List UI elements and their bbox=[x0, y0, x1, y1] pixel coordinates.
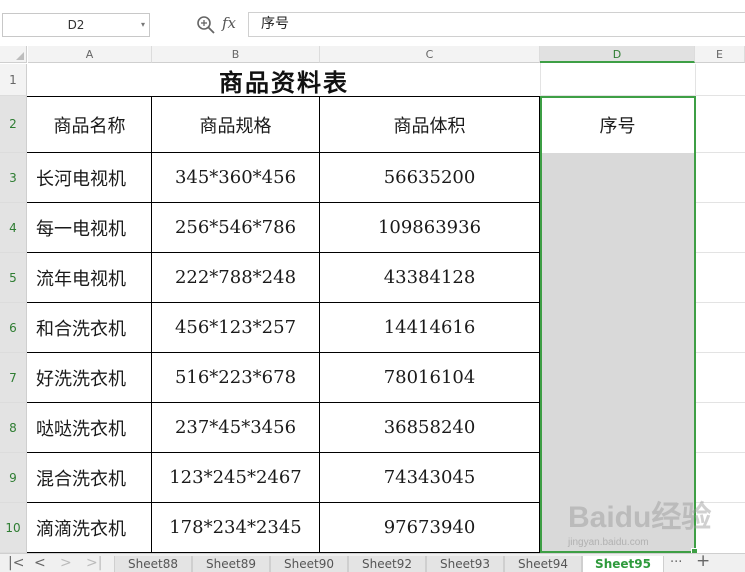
watermark: Baidu经验 jingyan.baidu.com bbox=[568, 492, 718, 552]
row-header-9[interactable]: 9 bbox=[0, 453, 27, 503]
header-cell-spec[interactable]: 商品规格 bbox=[152, 97, 319, 152]
cell-name[interactable]: 每一电视机 bbox=[28, 203, 151, 252]
name-box-dropdown-icon[interactable]: ▾ bbox=[141, 14, 145, 36]
cell-volume[interactable]: 14414616 bbox=[320, 303, 539, 352]
cell-volume[interactable]: 36858240 bbox=[320, 403, 539, 452]
row-header-8[interactable]: 8 bbox=[0, 403, 27, 453]
sheet-tab[interactable]: Sheet93 bbox=[426, 556, 504, 572]
cell-spec[interactable]: 256*546*786 bbox=[152, 203, 319, 252]
name-box[interactable]: D2 ▾ bbox=[2, 13, 150, 37]
cell-name[interactable]: 长河电视机 bbox=[28, 153, 151, 202]
cell-name[interactable]: 和合洗衣机 bbox=[28, 303, 151, 352]
sheet-tab[interactable]: Sheet88 bbox=[114, 556, 192, 572]
watermark-url: jingyan.baidu.com bbox=[568, 537, 649, 548]
formula-input[interactable]: 序号 bbox=[248, 12, 745, 37]
cell-volume[interactable]: 43384128 bbox=[320, 253, 539, 302]
row-header-7[interactable]: 7 bbox=[0, 353, 27, 403]
cell-volume[interactable]: 78016104 bbox=[320, 353, 539, 402]
fx-icon[interactable]: fx bbox=[222, 14, 236, 32]
select-all-corner[interactable] bbox=[0, 46, 27, 63]
row-header-4[interactable]: 4 bbox=[0, 203, 27, 253]
column-header-e[interactable]: E bbox=[695, 46, 745, 63]
cell-volume[interactable]: 109863936 bbox=[320, 203, 539, 252]
row-header-1[interactable]: 1 bbox=[0, 64, 27, 96]
header-cell-name[interactable]: 商品名称 bbox=[28, 97, 151, 152]
sheet-title[interactable]: 商品资料表 bbox=[28, 64, 540, 97]
gridline bbox=[696, 202, 745, 203]
cell-name[interactable]: 好洗洗衣机 bbox=[28, 353, 151, 402]
sheet-tab[interactable]: Sheet92 bbox=[348, 556, 426, 572]
selection-range[interactable] bbox=[540, 96, 696, 553]
column-header-c[interactable]: C bbox=[320, 46, 540, 63]
cell-reference: D2 bbox=[67, 18, 85, 32]
last-sheet-icon[interactable]: >| bbox=[86, 556, 102, 570]
next-sheet-icon[interactable]: > bbox=[60, 556, 72, 570]
row-header-5[interactable]: 5 bbox=[0, 253, 27, 303]
cell-spec[interactable]: 456*123*257 bbox=[152, 303, 319, 352]
column-header-b[interactable]: B bbox=[152, 46, 320, 63]
first-sheet-icon[interactable]: |< bbox=[8, 556, 24, 570]
header-cell-volume[interactable]: 商品体积 bbox=[320, 97, 539, 152]
cell-spec[interactable]: 516*223*678 bbox=[152, 353, 319, 402]
watermark-brand: Baidu经验 bbox=[568, 501, 712, 534]
sheet-tab[interactable]: Sheet90 bbox=[270, 556, 348, 572]
cell-volume[interactable]: 56635200 bbox=[320, 153, 539, 202]
gridline bbox=[696, 302, 745, 303]
sheet-tab[interactable]: Sheet94 bbox=[504, 556, 582, 572]
prev-sheet-icon[interactable]: < bbox=[34, 556, 46, 570]
zoom-icon[interactable] bbox=[196, 15, 216, 35]
row-header-3[interactable]: 3 bbox=[0, 153, 27, 203]
cell-spec[interactable]: 222*788*248 bbox=[152, 253, 319, 302]
cell-volume[interactable]: 74343045 bbox=[320, 453, 539, 502]
gridline bbox=[540, 63, 541, 96]
gridline bbox=[696, 152, 745, 153]
cell-name[interactable]: 流年电视机 bbox=[28, 253, 151, 302]
cell-spec[interactable]: 123*245*2467 bbox=[152, 453, 319, 502]
more-sheets-icon[interactable]: ··· bbox=[670, 556, 682, 570]
cell-spec[interactable]: 178*234*2345 bbox=[152, 503, 319, 552]
cell-name[interactable]: 滴滴洗衣机 bbox=[28, 503, 151, 552]
gridline bbox=[696, 402, 745, 403]
gridline bbox=[696, 252, 745, 253]
cell-spec[interactable]: 237*45*3456 bbox=[152, 403, 319, 452]
column-header-d[interactable]: D bbox=[540, 46, 695, 63]
sheet-tab-active[interactable]: Sheet95 bbox=[582, 556, 664, 572]
cell-volume[interactable]: 97673940 bbox=[320, 503, 539, 552]
row-header-2[interactable]: 2 bbox=[0, 96, 27, 153]
column-header-a[interactable]: A bbox=[28, 46, 152, 63]
cell-spec[interactable]: 345*360*456 bbox=[152, 153, 319, 202]
row-header-10[interactable]: 10 bbox=[0, 503, 27, 553]
sheet-tab[interactable]: Sheet89 bbox=[192, 556, 270, 572]
gridline bbox=[696, 352, 745, 353]
cell-name[interactable]: 混合洗衣机 bbox=[28, 453, 151, 502]
add-sheet-icon[interactable]: + bbox=[696, 553, 710, 570]
gridline bbox=[696, 452, 745, 453]
cell-name[interactable]: 哒哒洗衣机 bbox=[28, 403, 151, 452]
row-header-6[interactable]: 6 bbox=[0, 303, 27, 353]
